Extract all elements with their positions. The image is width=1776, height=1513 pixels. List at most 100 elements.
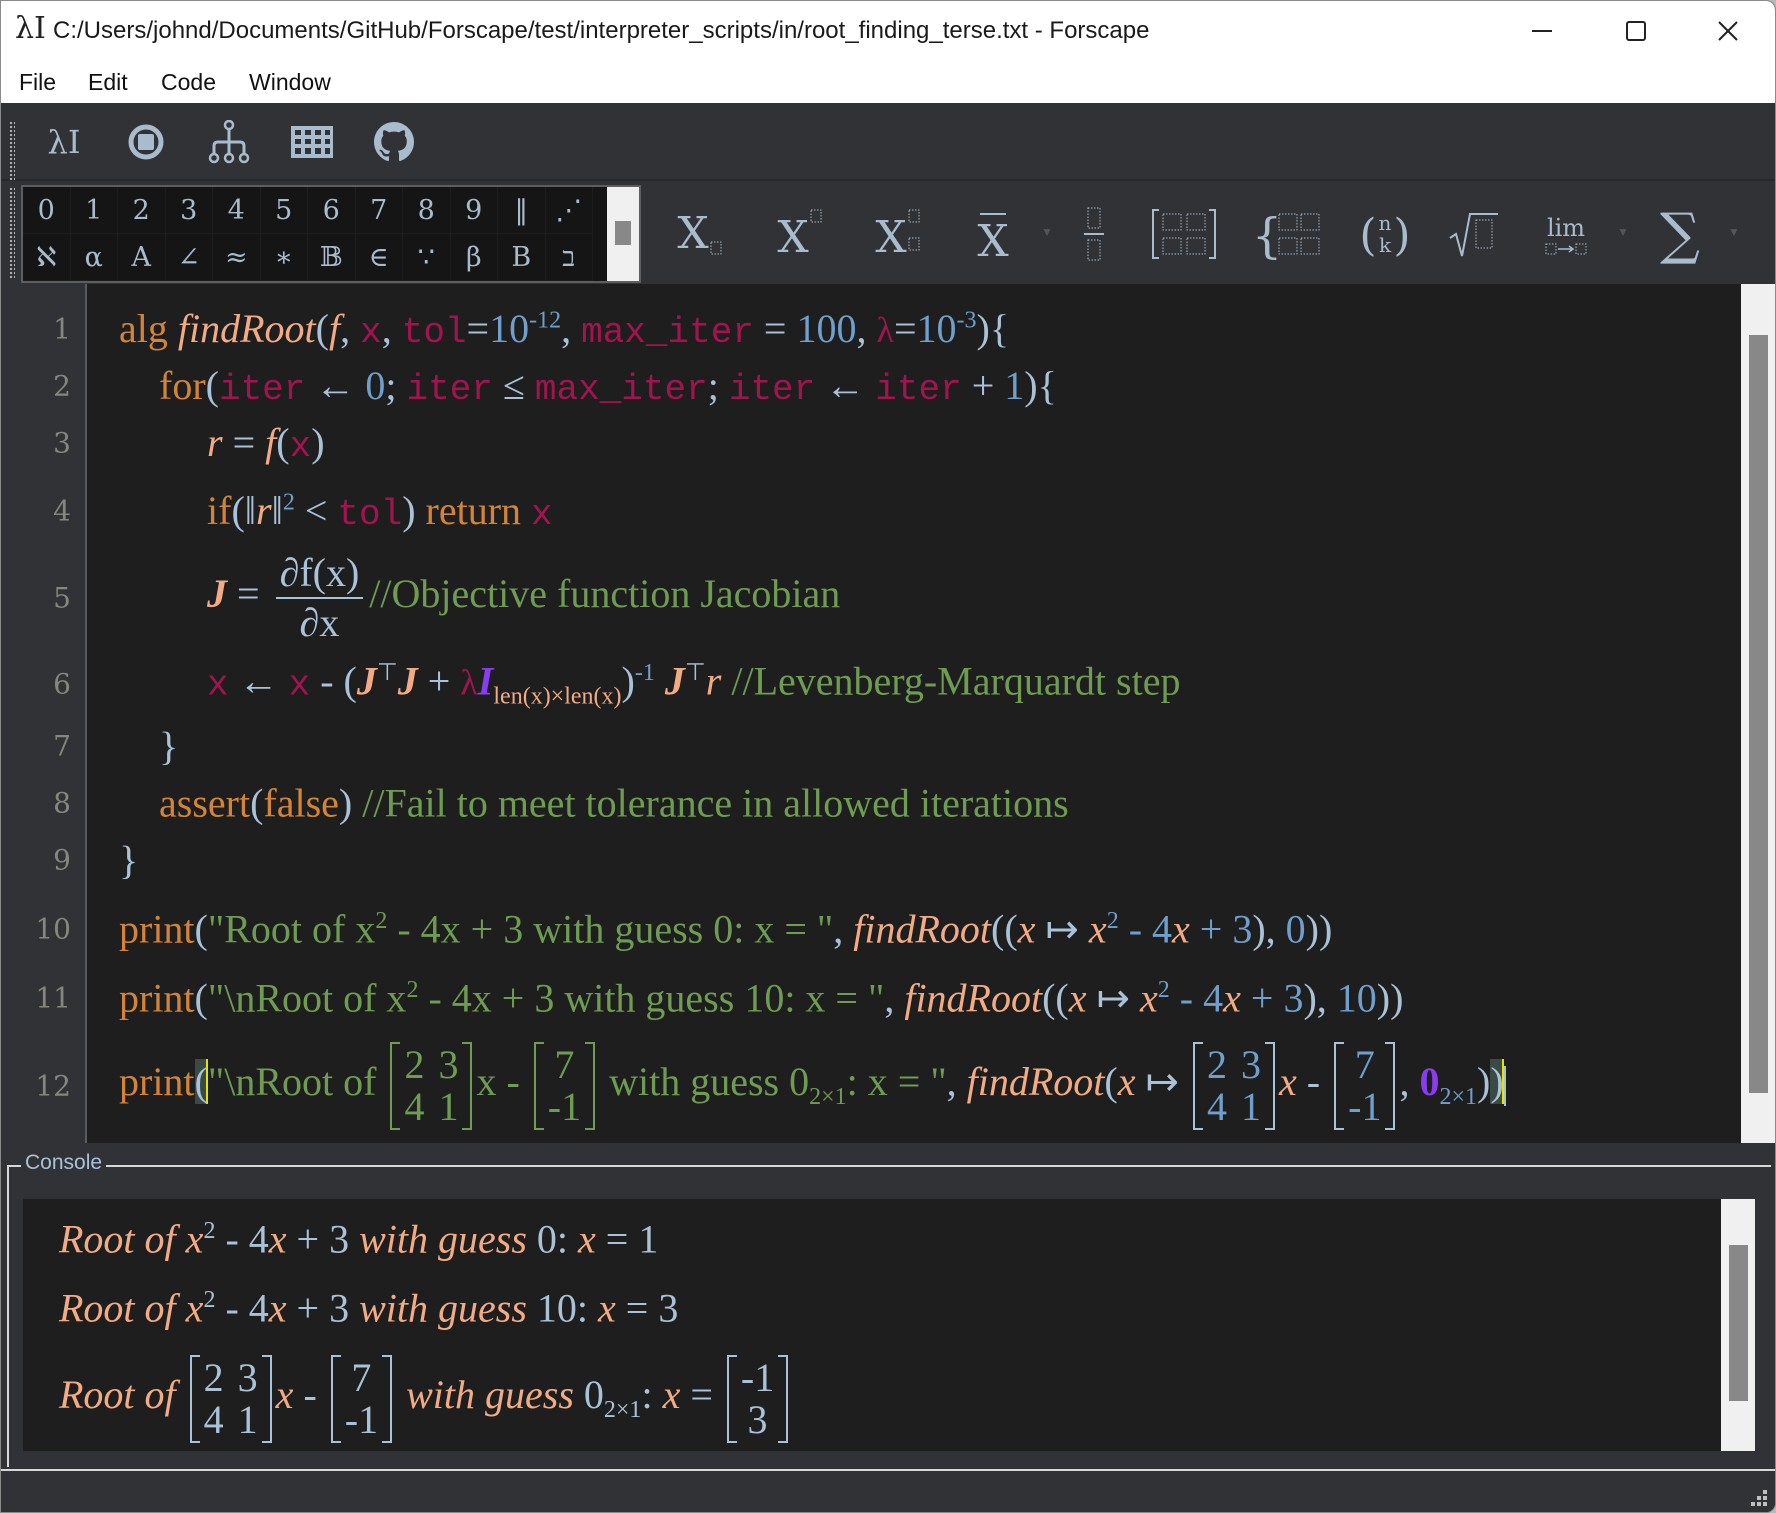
string: 2 bbox=[406, 977, 419, 1004]
symbol-button[interactable]: 4 bbox=[213, 187, 261, 234]
limit-button[interactable]: lim bbox=[1531, 201, 1601, 267]
number: 0 bbox=[365, 363, 386, 408]
symbol-button[interactable]: 6 bbox=[308, 187, 356, 234]
run-icon: λI bbox=[47, 123, 81, 161]
symbol-button[interactable]: 5 bbox=[260, 187, 308, 234]
console-scroll-thumb[interactable] bbox=[1729, 1245, 1748, 1401]
matched-paren-highlight: ) bbox=[1490, 1059, 1504, 1105]
matrix: 2341 bbox=[390, 1042, 473, 1130]
keyword: for bbox=[159, 363, 206, 408]
big-operator-dropdown-icon[interactable]: ▼ bbox=[1728, 225, 1740, 239]
resize-grip-icon[interactable] bbox=[1749, 1488, 1769, 1508]
variable: iter bbox=[406, 369, 493, 410]
code-line-12[interactable]: print("\nRoot of 2341x - 7 -1 with guess … bbox=[119, 1042, 1506, 1130]
comment: //Levenberg-Marquardt step bbox=[731, 658, 1181, 704]
dualscript-button[interactable]: X bbox=[866, 201, 936, 267]
symbol-button[interactable]: 0 bbox=[23, 187, 71, 234]
subscript: 2×1 bbox=[1439, 1084, 1477, 1111]
line-number: 2 bbox=[53, 369, 71, 403]
code-line-8[interactable]: assert(false) //Fail to meet tolerance i… bbox=[159, 780, 1069, 827]
editor-scroll-thumb[interactable] bbox=[1749, 335, 1768, 1093]
code-line-5[interactable]: J = ∂f(x) ∂x//Objective function Jacobian bbox=[207, 553, 840, 643]
stop-button[interactable] bbox=[123, 119, 169, 165]
code-editor[interactable]: alg findRoot(f, x, tol=10-12, max_iter =… bbox=[87, 284, 1741, 1143]
symbol-button[interactable]: 1 bbox=[70, 187, 118, 234]
variable: J bbox=[397, 658, 418, 704]
keyword: return bbox=[425, 488, 522, 533]
sqrt-button[interactable] bbox=[1439, 201, 1509, 267]
symbol-panel-scroll-thumb[interactable] bbox=[615, 221, 631, 245]
svg-text:X: X bbox=[875, 212, 907, 263]
code-line-7[interactable]: } bbox=[159, 723, 178, 770]
syntax-tree-button[interactable] bbox=[206, 119, 252, 165]
minimize-button[interactable] bbox=[1497, 1, 1587, 61]
svg-text:n: n bbox=[1379, 211, 1392, 235]
variable: x bbox=[289, 426, 312, 467]
symbol-table-button[interactable] bbox=[289, 119, 335, 165]
symbol-button[interactable]: 9 bbox=[450, 187, 498, 234]
accent-button[interactable]: X bbox=[963, 201, 1033, 267]
symbol-button[interactable]: ∵ bbox=[403, 234, 451, 281]
symbol-button[interactable]: β bbox=[450, 234, 498, 281]
cases-button[interactable]: { bbox=[1257, 201, 1327, 267]
symbol-button[interactable]: ≈ bbox=[213, 234, 261, 281]
transpose: ⊤ bbox=[376, 660, 398, 687]
toolbar-grip-handle[interactable] bbox=[9, 121, 15, 183]
line-number: 4 bbox=[53, 494, 71, 528]
symbol-button[interactable]: 8 bbox=[403, 187, 451, 234]
variable: λ bbox=[460, 662, 478, 703]
run-button[interactable]: λI bbox=[41, 119, 87, 165]
menu-code[interactable]: Code bbox=[157, 67, 220, 98]
maximize-button[interactable] bbox=[1591, 1, 1681, 61]
closing-brace: } bbox=[159, 723, 179, 769]
symbol-button[interactable]: 𝔹 bbox=[308, 234, 356, 281]
param: x bbox=[360, 312, 382, 353]
code-line-2[interactable]: for(iter ← 0; iter ≤ max_iter; iter ← it… bbox=[159, 362, 1057, 410]
binomial-button[interactable]: () n k bbox=[1350, 201, 1420, 267]
symbol-button[interactable]: ב bbox=[545, 234, 593, 281]
console-label: Console bbox=[21, 1151, 107, 1175]
symbol-button[interactable]: ∠ bbox=[165, 234, 213, 281]
console-line-2: Root of x2 - 4x + 3 with guess 10: x = 3 bbox=[59, 1285, 679, 1331]
close-icon bbox=[1718, 21, 1738, 41]
code-line-10[interactable]: print("Root of x2 - 4x + 3 with guess 0:… bbox=[119, 906, 1332, 953]
symbol-button[interactable]: ∗ bbox=[260, 234, 308, 281]
github-button[interactable] bbox=[371, 119, 417, 165]
vector: 7 -1 bbox=[330, 1355, 393, 1443]
line-number: 11 bbox=[35, 981, 71, 1015]
symbol-button[interactable]: B bbox=[498, 234, 546, 281]
code-line-4[interactable]: if(‖r‖2 < tol) return x bbox=[207, 487, 553, 535]
matrix-button[interactable] bbox=[1149, 201, 1219, 267]
menu-window[interactable]: Window bbox=[245, 67, 335, 98]
symbol-button[interactable]: A bbox=[118, 234, 166, 281]
limit-dropdown-icon[interactable]: ▼ bbox=[1617, 225, 1629, 239]
symbol-panel-scrollbar[interactable] bbox=[607, 187, 639, 281]
symbol-button[interactable]: 7 bbox=[355, 187, 403, 234]
symbol-button[interactable]: ℵ bbox=[23, 234, 71, 281]
console-scrollbar[interactable] bbox=[1721, 1199, 1755, 1451]
editor-scrollbar[interactable] bbox=[1741, 284, 1775, 1143]
toolbar-grip-handle[interactable] bbox=[9, 187, 15, 279]
code-line-6[interactable]: x ← x - (J⊤J + λIlen(x)×len(x))-1 J⊤r //… bbox=[207, 658, 1180, 711]
stop-icon bbox=[128, 124, 164, 160]
symbol-button[interactable]: α bbox=[70, 234, 118, 281]
menu-file[interactable]: File bbox=[15, 67, 60, 98]
code-line-1[interactable]: alg findRoot(f, x, tol=10-12, max_iter =… bbox=[119, 305, 1009, 353]
symbol-button[interactable]: ‖ bbox=[498, 187, 546, 234]
console-line-1: Root of x2 - 4x + 3 with guess 0: x = 1 bbox=[59, 1216, 659, 1262]
symbol-button[interactable]: ∈ bbox=[355, 234, 403, 281]
svg-text:k: k bbox=[1379, 233, 1392, 257]
code-line-11[interactable]: print("\nRoot of x2 - 4x + 3 with guess … bbox=[119, 975, 1403, 1022]
close-button[interactable] bbox=[1683, 1, 1773, 61]
symbol-button[interactable]: 3 bbox=[165, 187, 213, 234]
code-line-9[interactable]: } bbox=[119, 837, 138, 884]
subscript-button[interactable]: X bbox=[668, 201, 738, 267]
menu-edit[interactable]: Edit bbox=[84, 67, 132, 98]
code-line-3[interactable]: r = f(x) bbox=[207, 419, 325, 467]
accent-dropdown-icon[interactable]: ▼ bbox=[1041, 225, 1053, 239]
big-operator-button[interactable]: ∑ bbox=[1645, 201, 1715, 267]
fraction-button[interactable] bbox=[1059, 201, 1129, 267]
symbol-button[interactable]: ⋰ bbox=[545, 187, 593, 234]
superscript-button[interactable]: X bbox=[768, 201, 838, 267]
symbol-button[interactable]: 2 bbox=[118, 187, 166, 234]
